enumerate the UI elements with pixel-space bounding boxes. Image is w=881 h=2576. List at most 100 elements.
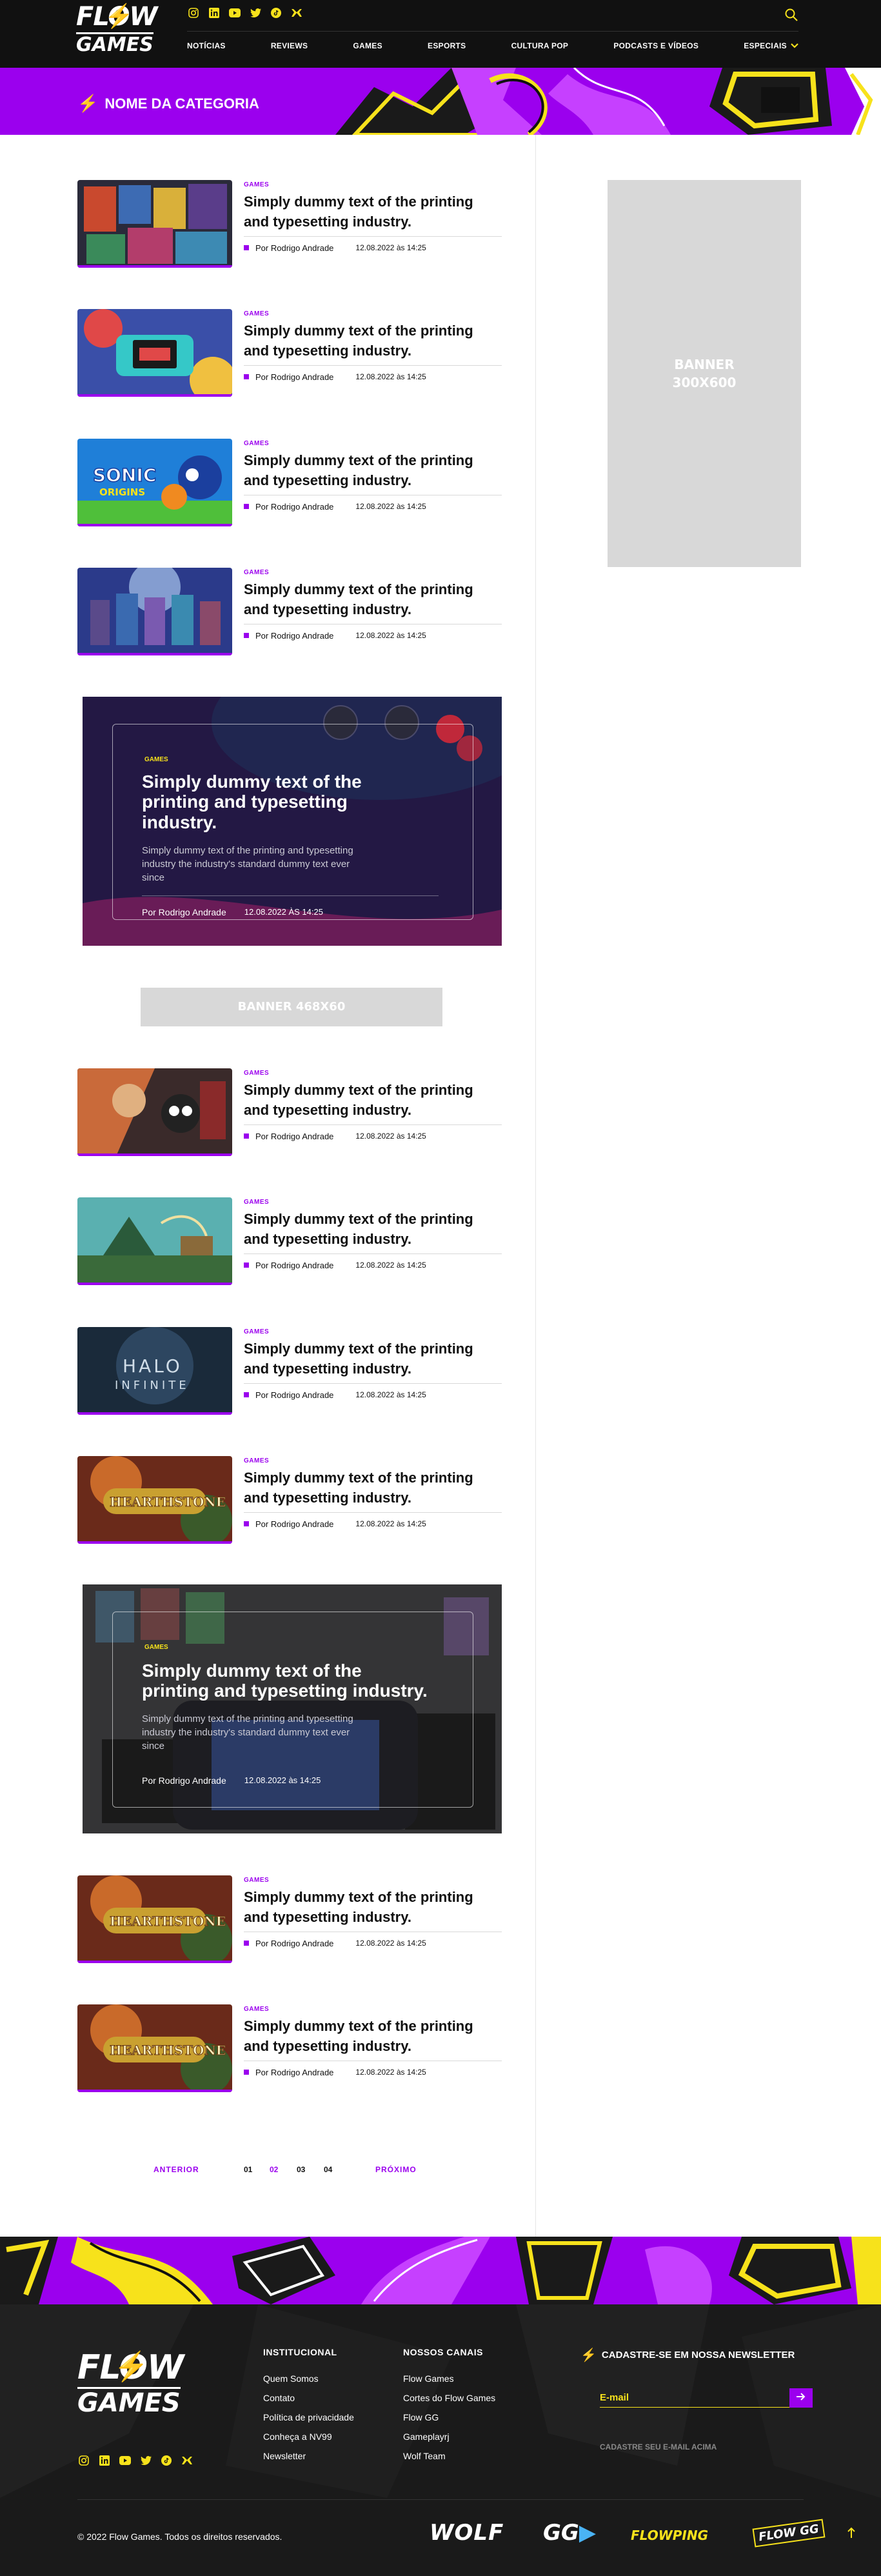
footer-link-cortes[interactable]: Cortes do Flow Games	[403, 2388, 495, 2408]
featured-author[interactable]: Por Rodrigo Andrade	[142, 1775, 226, 1786]
article-thumbnail[interactable]	[77, 180, 232, 268]
featured-category[interactable]: GAMES	[144, 1644, 168, 1651]
featured-title[interactable]: Simply dummy text of the printing and ty…	[142, 1661, 432, 1701]
linkedin-icon[interactable]	[208, 6, 221, 19]
article-category[interactable]: GAMES	[244, 1199, 502, 1206]
footer-link-nv99[interactable]: Conheça a NV99	[263, 2427, 354, 2446]
article-author[interactable]: Por Rodrigo Andrade	[255, 1519, 333, 1529]
article-author[interactable]: Por Rodrigo Andrade	[255, 243, 333, 253]
nav-podcasts-videos[interactable]: PODCASTS E VÍDEOS	[613, 41, 698, 50]
nav-reviews[interactable]: REVIEWS	[271, 41, 308, 50]
pagination-next[interactable]: PRÓXIMO	[375, 2165, 417, 2174]
tiktok-icon[interactable]	[270, 6, 282, 19]
article-card[interactable]: GAMES Simply dummy text of the printing a…	[77, 568, 503, 658]
article-author[interactable]: Por Rodrigo Andrade	[255, 1132, 333, 1141]
article-title[interactable]: Simply dummy text of the printing and ty…	[244, 1888, 502, 1928]
article-card[interactable]: GAMES Simply dummy text of the printing a…	[77, 309, 503, 399]
footer-logo[interactable]: FLOW GAMES ⚡	[77, 2351, 184, 2416]
article-thumbnail[interactable]: SONIC ORIGINS	[77, 439, 232, 526]
article-card[interactable]: HEARTHSTONE GAMES Simply dummy text of the…	[77, 1456, 503, 1546]
article-title[interactable]: Simply dummy text of the printing and ty…	[244, 451, 502, 491]
article-category[interactable]: GAMES	[244, 1877, 502, 1884]
footer-link-flow-games[interactable]: Flow Games	[403, 2369, 495, 2388]
article-title[interactable]: Simply dummy text of the printing and ty…	[244, 1210, 502, 1250]
page-number-3[interactable]: 03	[297, 2165, 305, 2174]
pagination-prev[interactable]: ANTERIOR	[153, 2165, 199, 2174]
article-thumbnail[interactable]	[77, 1197, 232, 1285]
article-thumbnail[interactable]	[77, 309, 232, 397]
article-card[interactable]: GAMES Simply dummy text of the printing a…	[77, 1068, 503, 1159]
featured-author[interactable]: Por Rodrigo Andrade	[142, 907, 226, 917]
ad-banner-300x600[interactable]: BANNER 300X600	[608, 180, 801, 567]
article-author[interactable]: Por Rodrigo Andrade	[255, 2068, 333, 2077]
article-category[interactable]: GAMES	[244, 2006, 502, 2013]
article-title[interactable]: Simply dummy text of the printing and ty…	[244, 1339, 502, 1379]
article-title[interactable]: Simply dummy text of the printing and ty…	[244, 2017, 502, 2057]
article-category[interactable]: GAMES	[244, 440, 502, 447]
article-card[interactable]: GAMES Simply dummy text of the printing a…	[77, 1197, 503, 1288]
article-category[interactable]: GAMES	[244, 310, 502, 317]
nav-cultura-pop[interactable]: CULTURA POP	[511, 41, 569, 50]
article-card[interactable]: GAMES Simply dummy text of the printing a…	[77, 180, 503, 270]
linkedin-icon[interactable]	[98, 2454, 111, 2467]
article-author[interactable]: Por Rodrigo Andrade	[255, 502, 333, 512]
article-card[interactable]: HEARTHSTONE GAMES Simply dummy text of the…	[77, 1875, 503, 1966]
article-category[interactable]: GAMES	[244, 1328, 502, 1335]
brand-logo-gg[interactable]: GG▶	[543, 2520, 596, 2546]
footer-link-newsletter[interactable]: Newsletter	[263, 2446, 354, 2466]
footer-link-flow-gg[interactable]: Flow GG	[403, 2408, 495, 2427]
featured-title[interactable]: Simply dummy text of the printing and ty…	[142, 772, 374, 832]
page-number-2[interactable]: 02	[270, 2165, 278, 2174]
article-card[interactable]: HALO INFINITE GAMES Simply dummy text of th…	[77, 1327, 503, 1417]
youtube-icon[interactable]	[228, 6, 241, 19]
twitter-icon[interactable]	[139, 2454, 152, 2467]
footer-link-contato[interactable]: Contato	[263, 2388, 354, 2408]
tiktok-icon[interactable]	[160, 2454, 173, 2467]
nav-noticias[interactable]: NOTÍCIAS	[187, 41, 226, 50]
article-category[interactable]: GAMES	[244, 1070, 502, 1077]
brand-logo-wolf[interactable]: WOLF	[430, 2520, 504, 2546]
featured-article[interactable]: GAMES Simply dummy text of the printing a…	[83, 1584, 502, 1833]
article-thumbnail[interactable]: HALO INFINITE	[77, 1327, 232, 1415]
nav-esports[interactable]: ESPORTS	[428, 41, 466, 50]
article-title[interactable]: Simply dummy text of the printing and ty…	[244, 1081, 502, 1121]
ad-banner-468x60[interactable]: BANNER 468X60	[141, 988, 442, 1026]
article-author[interactable]: Por Rodrigo Andrade	[255, 1390, 333, 1400]
article-author[interactable]: Por Rodrigo Andrade	[255, 1261, 333, 1270]
page-number-1[interactable]: 01	[244, 2165, 252, 2174]
article-title[interactable]: Simply dummy text of the printing and ty…	[244, 1468, 502, 1508]
article-author[interactable]: Por Rodrigo Andrade	[255, 372, 333, 382]
article-author[interactable]: Por Rodrigo Andrade	[255, 631, 333, 641]
article-thumbnail[interactable]: HEARTHSTONE	[77, 1456, 232, 1544]
article-author[interactable]: Por Rodrigo Andrade	[255, 1939, 333, 1948]
article-category[interactable]: GAMES	[244, 569, 502, 576]
article-thumbnail[interactable]	[77, 568, 232, 655]
back-to-top-arrow-icon[interactable]	[847, 2527, 855, 2542]
article-title[interactable]: Simply dummy text of the printing and ty…	[244, 321, 502, 361]
featured-article[interactable]: GAMES Simply dummy text of the printing a…	[83, 697, 502, 946]
twitter-icon[interactable]	[249, 6, 262, 19]
article-card[interactable]: SONIC ORIGINS GAMES Simply dummy text of th…	[77, 439, 503, 529]
nav-games[interactable]: GAMES	[353, 41, 382, 50]
nav-especiais[interactable]: ESPECIAIS	[744, 41, 798, 50]
article-title[interactable]: Simply dummy text of the printing and ty…	[244, 192, 502, 232]
article-category[interactable]: GAMES	[244, 1457, 502, 1464]
footer-link-gameplayrj[interactable]: Gameplayrj	[403, 2427, 495, 2446]
page-number-4[interactable]: 04	[324, 2165, 332, 2174]
article-thumbnail[interactable]: HEARTHSTONE	[77, 1875, 232, 1963]
footer-link-wolf-team[interactable]: Wolf Team	[403, 2446, 495, 2466]
footer-link-quem-somos[interactable]: Quem Somos	[263, 2369, 354, 2388]
article-category[interactable]: GAMES	[244, 181, 502, 188]
twitch-icon[interactable]	[290, 6, 303, 19]
article-title[interactable]: Simply dummy text of the printing and ty…	[244, 580, 502, 620]
footer-link-privacidade[interactable]: Política de privacidade	[263, 2408, 354, 2427]
youtube-icon[interactable]	[119, 2454, 132, 2467]
newsletter-email-input[interactable]	[600, 2388, 813, 2408]
article-thumbnail[interactable]: HEARTHSTONE	[77, 2004, 232, 2092]
article-card[interactable]: HEARTHSTONE GAMES Simply dummy text of the…	[77, 2004, 503, 2095]
featured-category[interactable]: GAMES	[144, 756, 168, 763]
search-icon[interactable]	[784, 8, 798, 22]
newsletter-submit-button[interactable]	[789, 2388, 813, 2408]
flow-games-logo[interactable]: FLOW GAMES ⚡	[76, 3, 158, 59]
instagram-icon[interactable]	[77, 2454, 90, 2467]
